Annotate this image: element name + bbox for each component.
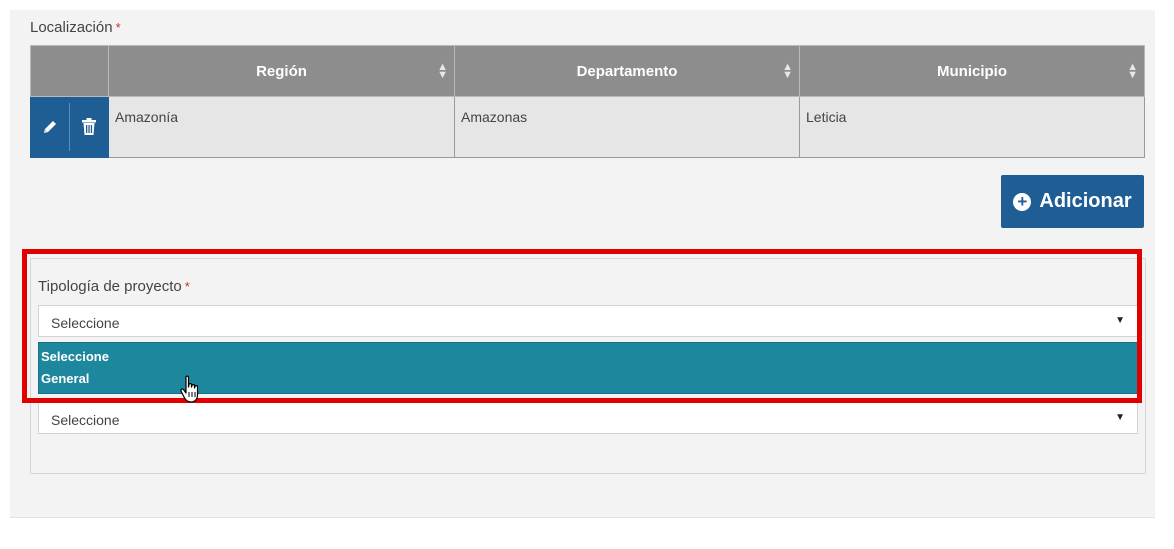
cell-departamento: Amazonas [454, 96, 800, 158]
table-row: Amazonía Amazonas Leticia [30, 96, 1145, 158]
tipologia-label: Tipología de proyecto * [38, 278, 190, 295]
adicionar-label: Adicionar [1039, 190, 1132, 212]
trash-icon[interactable] [69, 103, 108, 151]
row-actions [30, 96, 109, 158]
plus-circle-icon: + [1013, 192, 1032, 211]
header-departamento-label: Departamento [576, 62, 678, 80]
header-region[interactable]: Región ▲ ▼ [108, 45, 455, 97]
cell-region: Amazonía [108, 96, 455, 158]
header-departamento[interactable]: Departamento ▲ ▼ [454, 45, 800, 97]
hand-pointer-cursor-icon [180, 375, 204, 410]
localizacion-label: Localización * [30, 19, 121, 36]
sort-icon[interactable]: ▲ ▼ [1127, 62, 1138, 81]
dropdown-option-seleccione[interactable]: Seleccione [39, 346, 1137, 368]
localizacion-table: Región ▲ ▼ Departamento ▲ ▼ Municipio ▲ ▼ [30, 45, 1145, 158]
header-region-label: Región [256, 62, 307, 80]
tipologia-select-value: Seleccione [51, 315, 120, 331]
actions-header [30, 45, 109, 97]
cell-municipio: Leticia [799, 96, 1145, 158]
sort-icon[interactable]: ▲ ▼ [782, 62, 793, 81]
table-header-row: Región ▲ ▼ Departamento ▲ ▼ Municipio ▲ ▼ [30, 45, 1145, 97]
caret-down-icon: ▼ [1115, 412, 1125, 423]
required-mark: * [184, 279, 190, 294]
pencil-icon[interactable] [31, 103, 69, 151]
tipologia-select[interactable]: Seleccione ▼ [38, 305, 1138, 337]
caret-down-icon: ▼ [1115, 315, 1125, 326]
localizacion-label-text: Localización [30, 19, 113, 36]
header-municipio[interactable]: Municipio ▲ ▼ [799, 45, 1145, 97]
required-mark: * [115, 20, 121, 35]
header-municipio-label: Municipio [937, 62, 1007, 80]
second-select-value: Seleccione [51, 412, 120, 428]
tipologia-label-text: Tipología de proyecto [38, 278, 182, 295]
adicionar-button[interactable]: + Adicionar [1001, 175, 1144, 228]
sort-icon[interactable]: ▲ ▼ [437, 62, 448, 81]
